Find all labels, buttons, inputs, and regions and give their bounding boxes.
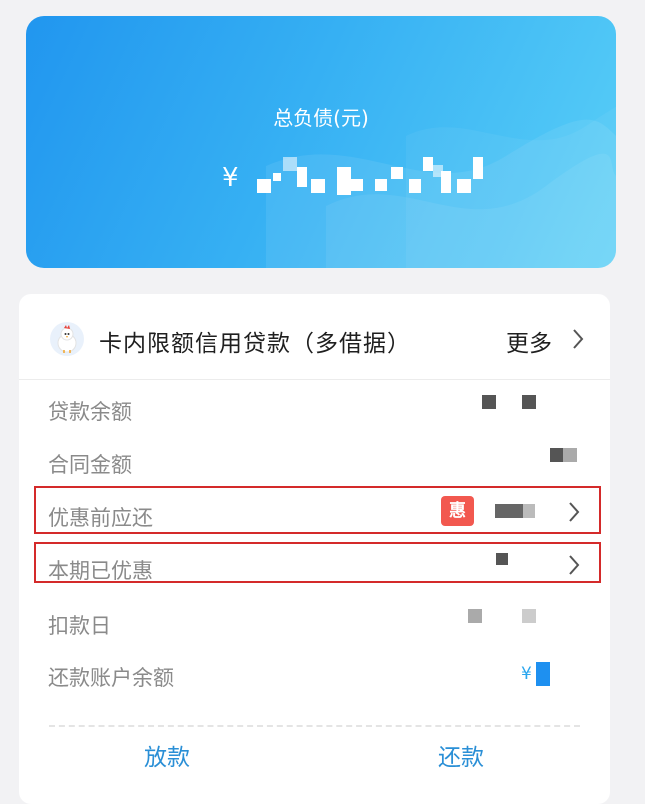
field-row-contract-amount: 合同金额 [33,437,603,487]
repay-button[interactable]: 还款 [438,738,484,772]
loan-header[interactable]: 卡内限额信用贷款（多借据） 更多 [19,294,610,380]
field-label: 优惠前应还 [48,506,153,530]
masked-amount [253,157,485,199]
total-debt-card: 总负债(元) ¥ [26,16,616,268]
total-debt-title: 总负债(元) [273,106,369,130]
product-name: 卡内限额信用贷款（多借据） [99,331,411,357]
currency-symbol: ¥ [222,163,239,193]
field-row-debit-date: 扣款日 [33,598,603,648]
field-label: 贷款余额 [48,400,132,424]
total-debt-amount: ¥ [222,156,485,200]
more-link[interactable]: 更多 [506,324,552,358]
discount-badge: 惠 [441,496,474,526]
field-row-loan-balance: 贷款余额 [33,384,603,434]
chevron-right-icon[interactable] [571,328,585,350]
currency-symbol: ¥ [521,664,532,684]
field-label: 合同金额 [48,453,132,477]
field-row-current-discount[interactable]: 本期已优惠 [33,543,603,593]
field-row-repay-account-balance: 还款账户余额 ¥ [33,650,603,700]
chevron-right-icon[interactable] [568,554,580,576]
chicken-mascot-icon [50,322,84,356]
wave-decoration [266,106,616,268]
field-row-pre-discount-due[interactable]: 优惠前应还 惠 [33,490,603,540]
field-label: 扣款日 [48,614,111,638]
field-label: 本期已优惠 [48,559,153,583]
chevron-right-icon[interactable] [568,501,580,523]
dashed-divider [49,725,580,727]
disburse-button[interactable]: 放款 [144,738,190,772]
field-label: 还款账户余额 [48,666,174,690]
loan-panel: 卡内限额信用贷款（多借据） 更多 贷款余额 合同金额 优惠前应还 惠 本期已优惠… [19,294,610,804]
